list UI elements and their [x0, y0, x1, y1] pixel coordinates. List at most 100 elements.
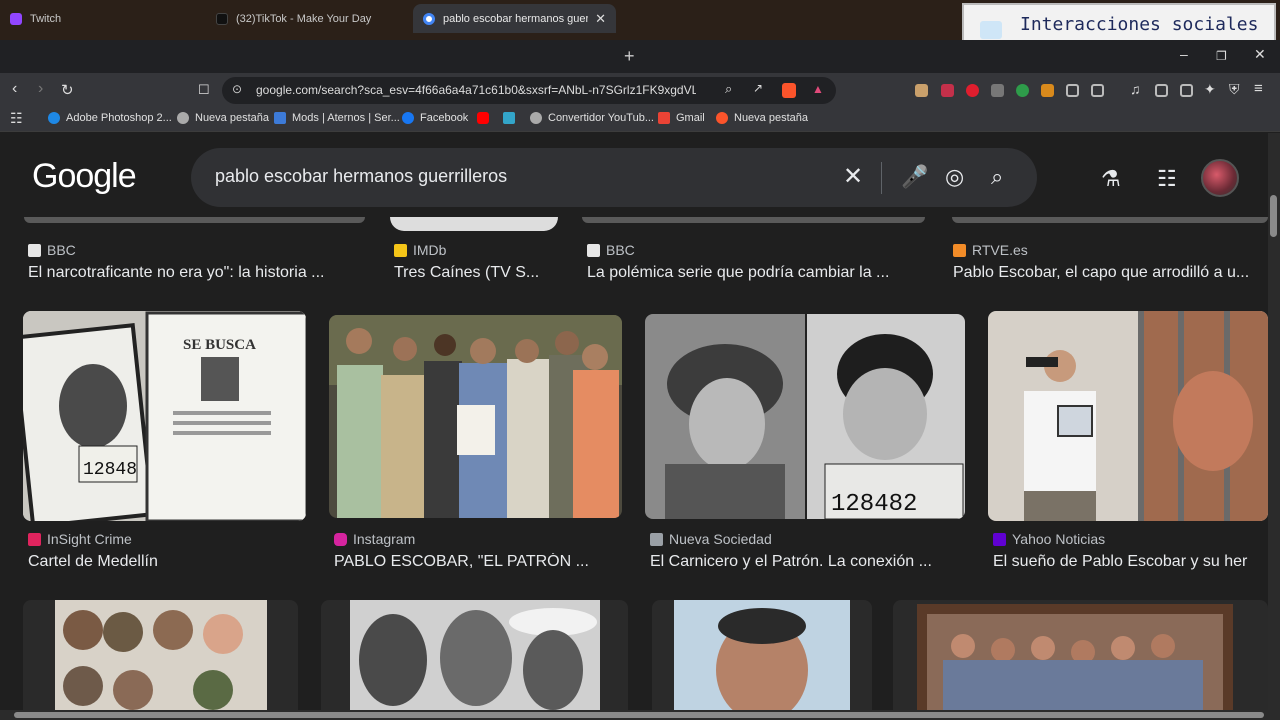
bookmark-item[interactable]: Adobe Photoshop 2...: [48, 112, 172, 124]
stream-overlay: Interacciones sociales: [962, 3, 1276, 40]
tab-tiktok[interactable]: (32)TikTok - Make Your Day: [216, 4, 411, 33]
search-query[interactable]: pablo escobar hermanos guerrilleros: [215, 166, 507, 187]
google-logo[interactable]: Google: [32, 157, 137, 196]
image-thumbnail[interactable]: [893, 600, 1268, 710]
close-tab-icon[interactable]: ✕: [595, 11, 606, 27]
bookmark-icon[interactable]: ☐: [198, 82, 210, 98]
result-caption[interactable]: Tres Caínes (TV S...: [394, 264, 564, 282]
image-thumbnail[interactable]: [652, 600, 872, 710]
wallet-icon[interactable]: [1180, 84, 1193, 97]
close-window-button[interactable]: ✕: [1254, 46, 1266, 63]
result-source[interactable]: BBC: [28, 242, 76, 258]
bbc-icon: [587, 243, 600, 257]
extension-icon[interactable]: [991, 84, 1004, 97]
vpn-icon[interactable]: ⛨: [1229, 81, 1240, 98]
divider: [881, 162, 882, 194]
menu-icon[interactable]: ≡: [1254, 80, 1263, 97]
insight-crime-icon: [28, 532, 41, 546]
overlay-title: Interacciones sociales: [1020, 14, 1259, 35]
reload-button[interactable]: ↻: [61, 81, 74, 99]
image-thumbnail[interactable]: [24, 217, 365, 223]
site-info-icon[interactable]: ⊙: [232, 82, 242, 96]
collage-photo: [55, 600, 267, 710]
wanted-text: SE BUSCA: [183, 337, 256, 353]
bookmark-item[interactable]: Nueva pestaña: [716, 112, 808, 124]
screenshot-icon[interactable]: [1091, 84, 1104, 97]
new-tab-button[interactable]: +: [624, 46, 635, 67]
tab-bar: [0, 40, 1280, 73]
address-bar[interactable]: ⊙ google.com/search?sca_esv=4f66a6a4a71c…: [222, 77, 836, 104]
extension-icon[interactable]: [915, 84, 928, 97]
bookmark-item[interactable]: [503, 112, 521, 124]
extension-icon[interactable]: [1016, 84, 1029, 97]
maximize-button[interactable]: ❐: [1216, 49, 1227, 63]
media-icon[interactable]: ♫: [1130, 81, 1141, 97]
bookmark-item[interactable]: Convertidor YouTub...: [530, 112, 654, 124]
puzzle-icon[interactable]: [1066, 84, 1079, 97]
zoom-icon[interactable]: ⌕: [725, 81, 732, 97]
result-source[interactable]: Nueva Sociedad: [650, 531, 772, 547]
result-source[interactable]: Yahoo Noticias: [993, 531, 1105, 547]
result-source[interactable]: InSight Crime: [28, 531, 132, 547]
minimize-button[interactable]: –: [1180, 46, 1188, 62]
leo-icon[interactable]: ✦: [1204, 81, 1216, 98]
source-label: RTVE.es: [972, 242, 1028, 258]
result-caption[interactable]: El Carnicero y el Patrón. La conexión ..…: [650, 553, 960, 571]
image-thumbnail[interactable]: [582, 217, 925, 223]
result-source[interactable]: RTVE.es: [953, 242, 1028, 258]
prison-photo: [988, 311, 1268, 521]
youtube-icon: [477, 112, 489, 124]
result-caption[interactable]: El sueño de Pablo Escobar y su her: [993, 553, 1268, 571]
forward-button[interactable]: ›: [38, 80, 43, 98]
result-source[interactable]: BBC: [587, 242, 635, 258]
result-source[interactable]: Instagram: [334, 531, 415, 547]
extension-icon[interactable]: [966, 84, 979, 97]
bookmark-item[interactable]: [477, 112, 495, 124]
brave-shields-icon[interactable]: [782, 83, 796, 98]
scroll-thumb[interactable]: [1270, 195, 1277, 237]
bookmark-item[interactable]: Nueva pestaña: [177, 112, 269, 124]
sidebar-icon[interactable]: [1155, 84, 1168, 97]
image-thumbnail[interactable]: [321, 600, 628, 710]
source-label: Yahoo Noticias: [1012, 531, 1106, 547]
image-thumbnail[interactable]: [390, 217, 558, 231]
image-thumbnail[interactable]: [329, 315, 622, 518]
avatar[interactable]: [1201, 159, 1239, 197]
rtve-icon: [953, 243, 966, 257]
result-caption[interactable]: Pablo Escobar, el capo que arrodilló a u…: [953, 264, 1265, 282]
labs-icon[interactable]: ⚗: [1101, 166, 1121, 192]
back-button[interactable]: ‹: [12, 80, 17, 98]
search-box[interactable]: pablo escobar hermanos guerrilleros ✕ 🎤 …: [191, 148, 1037, 207]
bookmark-label: Mods | Aternos | Ser...: [292, 112, 400, 124]
clear-icon[interactable]: ✕: [843, 162, 863, 191]
apps-icon[interactable]: ☷: [1157, 166, 1177, 192]
camera-search-icon[interactable]: ◎: [945, 164, 964, 190]
result-caption[interactable]: La polémica serie que podría cambiar la …: [587, 264, 922, 282]
tab-google-search[interactable]: pablo escobar hermanos guerrill ✕: [413, 4, 616, 33]
google-icon: [423, 12, 435, 25]
result-caption[interactable]: Cartel de Medellín: [28, 553, 308, 571]
image-thumbnail[interactable]: [952, 217, 1268, 223]
portraits-photo: [350, 600, 600, 710]
brave-rewards-icon[interactable]: ▲: [812, 82, 824, 96]
search-icon[interactable]: ⌕: [991, 164, 1003, 190]
image-thumbnail[interactable]: 128482: [645, 314, 965, 519]
result-source[interactable]: IMDb: [394, 242, 446, 258]
bookmark-item[interactable]: Facebook: [402, 112, 468, 124]
tab-twitch[interactable]: Twitch: [10, 4, 205, 33]
bookmark-item[interactable]: Gmail: [658, 112, 705, 124]
extension-icon[interactable]: [941, 84, 954, 97]
scroll-thumb[interactable]: [14, 712, 1264, 718]
image-thumbnail[interactable]: [23, 600, 298, 710]
share-icon[interactable]: ↗: [753, 81, 763, 95]
extension-icon[interactable]: [1041, 84, 1054, 97]
apps-grid-icon[interactable]: ☷: [10, 110, 23, 127]
microphone-icon[interactable]: 🎤: [901, 164, 928, 190]
image-thumbnail[interactable]: SE BUSCA 12848: [23, 311, 306, 521]
result-caption[interactable]: El narcotraficante no era yo": la histor…: [28, 264, 358, 282]
image-thumbnail[interactable]: [988, 311, 1268, 521]
result-caption[interactable]: PABLO ESCOBAR, "EL PATRÓN ...: [334, 553, 614, 571]
brave-icon: [716, 112, 728, 124]
google-header: Google pablo escobar hermanos guerriller…: [0, 133, 1268, 217]
bookmark-item[interactable]: Mods | Aternos | Ser...: [274, 112, 400, 124]
